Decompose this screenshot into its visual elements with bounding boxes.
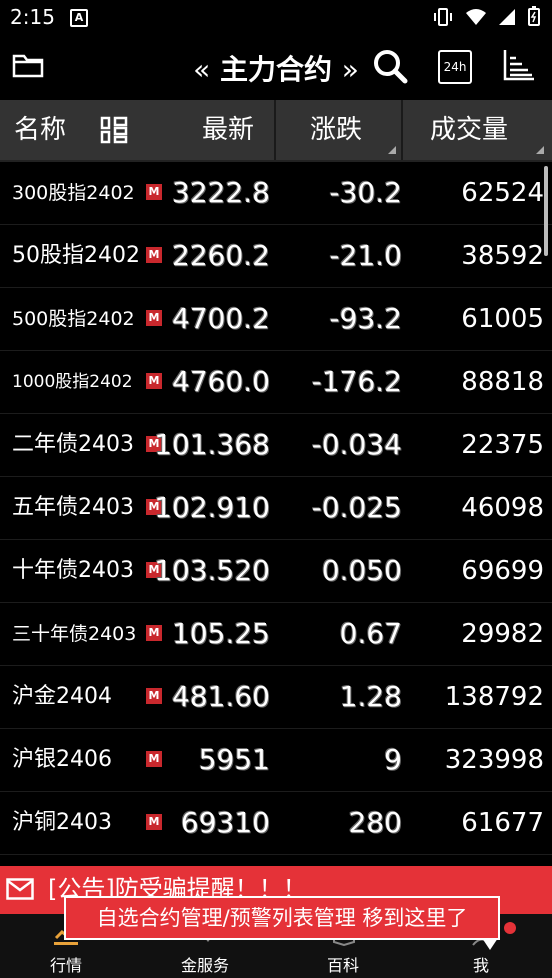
sort-indicator-icon [536, 146, 544, 154]
volume: 29982 [461, 619, 544, 649]
main-contract-badge: M [146, 688, 162, 704]
table-row[interactable]: 二年债2403 M 101.368 -0.034 22375 [0, 414, 552, 477]
contract-list: 300股指2402 M 3222.8 -30.2 62524 50股指2402 M 2260.… [0, 162, 552, 855]
table-row[interactable]: 沪金2404 M 481.60 1.28 138792 [0, 666, 552, 729]
table-row[interactable]: 500股指2402 M 4700.2 -93.2 61005 [0, 288, 552, 351]
guide-tooltip[interactable]: 自选合约管理/预警列表管理 移到这里了 [64, 896, 500, 940]
page-title-text: 主力合约 [219, 53, 332, 86]
main-contract-badge: M [146, 310, 162, 326]
table-row[interactable]: 沪银2406 M 5951 9 323998 [0, 729, 552, 792]
volume: 38592 [461, 241, 544, 271]
price-change: 9 [384, 743, 402, 776]
last-price: 4700.2 [172, 302, 270, 335]
volume: 69699 [461, 556, 544, 586]
volume: 46098 [461, 493, 544, 523]
table-row[interactable]: 300股指2402 M 3222.8 -30.2 62524 [0, 162, 552, 225]
vibrate-icon [433, 8, 452, 26]
contract-name: 沪铜2403 [12, 810, 112, 835]
table-row[interactable]: 三十年债2403 M 105.25 0.67 29982 [0, 603, 552, 666]
volume: 88818 [461, 367, 544, 397]
sort-chart-icon[interactable] [502, 48, 536, 82]
tab-me[interactable]: 我 [436, 952, 526, 976]
notification-a-icon: A [70, 9, 88, 27]
volume: 323998 [444, 745, 544, 775]
header-divider [274, 100, 276, 160]
last-price: 103.520 [154, 554, 270, 587]
table-row[interactable]: 沪铜2403 M 69310 280 61677 [0, 792, 552, 855]
status-time: 2:15 [10, 5, 55, 29]
header-name[interactable]: 名称 [14, 100, 66, 160]
battery-icon [528, 6, 540, 26]
wifi-icon [465, 9, 486, 25]
main-contract-badge: M [146, 814, 162, 830]
volume: 62524 [461, 178, 544, 208]
grid-icon[interactable] [100, 116, 128, 144]
main-contract-badge: M [146, 751, 162, 767]
price-change: 280 [348, 806, 402, 839]
last-price: 4760.0 [172, 365, 270, 398]
header-last[interactable]: 最新 [202, 100, 254, 160]
volume: 138792 [444, 682, 544, 712]
price-change: -0.034 [311, 428, 402, 461]
top-nav: « 主力合约 » 24h [0, 34, 552, 100]
last-price: 101.368 [154, 428, 270, 461]
price-change: -21.0 [329, 239, 402, 272]
table-row[interactable]: 十年债2403 M 103.520 0.050 69699 [0, 540, 552, 603]
main-contract-badge: M [146, 184, 162, 200]
status-bar: 2:15 A [0, 0, 552, 34]
search-icon[interactable] [372, 48, 408, 84]
contract-name: 沪银2406 [12, 747, 112, 772]
main-contract-badge: M [146, 373, 162, 389]
main-contract-badge: M [146, 247, 162, 263]
tab-market[interactable]: 行情 [21, 952, 111, 976]
unread-dot [504, 922, 516, 934]
price-change: 0.050 [321, 554, 402, 587]
price-change: 0.67 [339, 617, 402, 650]
last-price: 102.910 [154, 491, 270, 524]
tab-gold-service[interactable]: 金服务 [160, 952, 250, 976]
contract-name: 300股指2402 [12, 182, 135, 204]
price-change: -93.2 [329, 302, 402, 335]
last-price: 5951 [198, 743, 270, 776]
contract-name: 50股指2402 [12, 243, 140, 268]
price-change: -30.2 [329, 176, 402, 209]
last-price: 69310 [180, 806, 270, 839]
24h-icon[interactable]: 24h [438, 50, 472, 84]
header-change[interactable]: 涨跌 [310, 100, 362, 160]
contract-name: 十年债2403 [12, 558, 134, 583]
signal-icon [499, 9, 516, 25]
scrollbar[interactable] [544, 166, 548, 256]
tooltip-pointer [482, 938, 498, 950]
last-price: 481.60 [172, 680, 270, 713]
contract-name: 二年债2403 [12, 432, 134, 457]
volume: 61677 [461, 808, 544, 838]
table-row[interactable]: 五年债2403 M 102.910 -0.025 46098 [0, 477, 552, 540]
volume: 61005 [461, 304, 544, 334]
main-contract-badge: M [146, 625, 162, 641]
sort-indicator-icon [388, 146, 396, 154]
contract-name: 沪金2404 [12, 684, 112, 709]
next-arrow[interactable]: » [342, 53, 359, 86]
table-row[interactable]: 50股指2402 M 2260.2 -21.0 38592 [0, 225, 552, 288]
price-change: -176.2 [311, 365, 402, 398]
volume: 22375 [461, 430, 544, 460]
column-header: 名称 最新 涨跌 成交量 [0, 100, 552, 162]
contract-name: 500股指2402 [12, 308, 135, 330]
last-price: 2260.2 [172, 239, 270, 272]
contract-name: 三十年债2403 [12, 623, 137, 645]
price-change: -0.025 [311, 491, 402, 524]
status-icons [433, 6, 540, 31]
table-row[interactable]: 1000股指2402 M 4760.0 -176.2 88818 [0, 351, 552, 414]
header-divider [401, 100, 403, 160]
last-price: 105.25 [172, 617, 270, 650]
price-change: 1.28 [339, 680, 402, 713]
tooltip-text: 自选合约管理/预警列表管理 移到这里了 [96, 906, 468, 930]
header-volume[interactable]: 成交量 [430, 100, 508, 160]
prev-arrow[interactable]: « [193, 53, 210, 86]
last-price: 3222.8 [172, 176, 270, 209]
tab-encyclopedia[interactable]: 百科 [298, 952, 388, 976]
mail-icon [6, 878, 34, 900]
contract-name: 1000股指2402 [12, 372, 133, 392]
contract-name: 五年债2403 [12, 495, 134, 520]
